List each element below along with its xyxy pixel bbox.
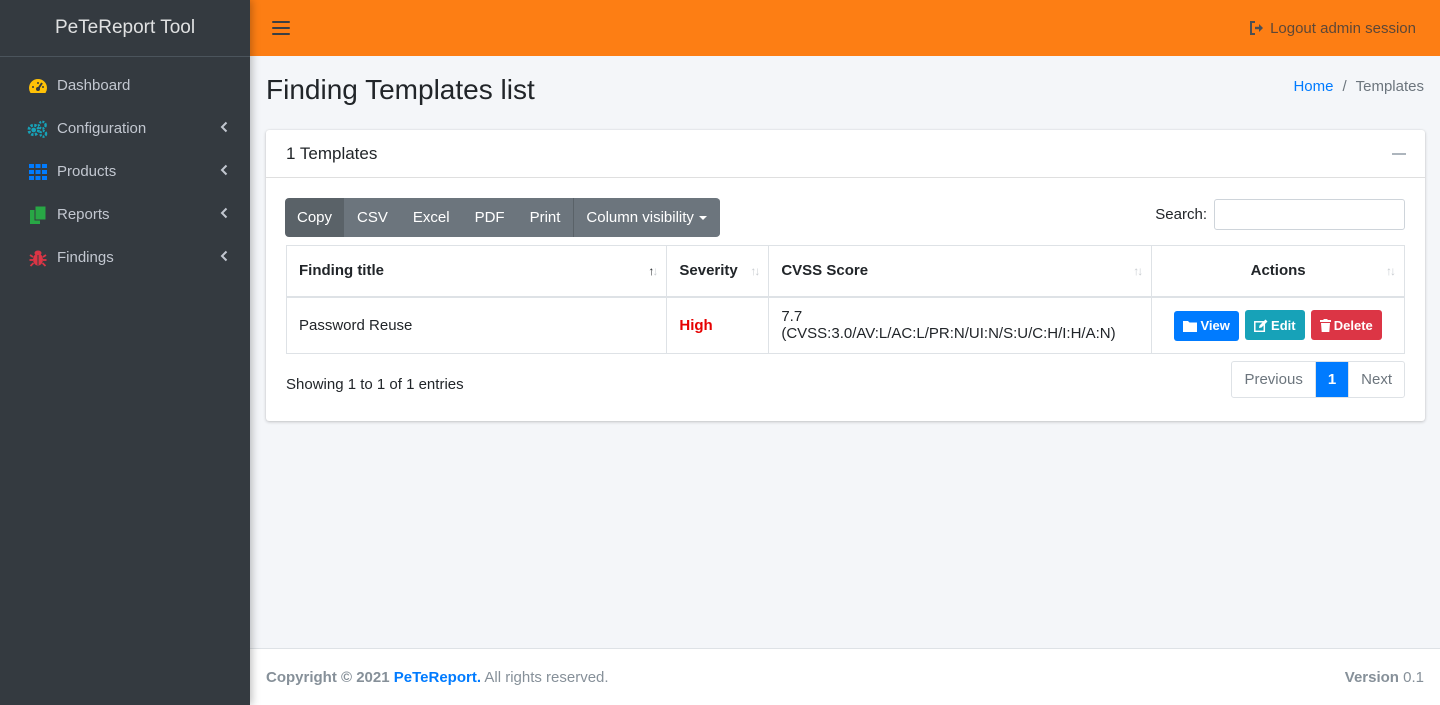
table-info: Showing 1 to 1 of 1 entries (286, 376, 464, 393)
card-title: 1 Templates (286, 143, 378, 163)
rights-text: All rights reserved. (484, 668, 609, 686)
menu-toggle-icon[interactable] (272, 21, 290, 35)
print-button[interactable]: Print (517, 198, 574, 237)
column-header-label: Actions (1250, 262, 1306, 280)
sidebar-nav: Dashboard Configuration Products Reports… (0, 57, 250, 279)
tachometer-icon (27, 77, 48, 95)
table-row: Password Reuse High 7.7 (CVSS:3.0/AV:L/A… (285, 296, 1405, 354)
column-visibility-label: Column visibility (586, 209, 694, 226)
pagination-page-1[interactable]: 1 (1315, 362, 1349, 397)
sidebar: PeTeReport Tool Dashboard Configuration … (0, 0, 250, 705)
edit-button-label: Edit (1271, 317, 1296, 333)
sign-out-icon (1250, 21, 1264, 35)
version-label: Version (1344, 668, 1399, 686)
column-header-label: CVSS Score (781, 262, 869, 280)
view-button-label: View (1200, 318, 1230, 333)
folder-icon (1183, 320, 1198, 332)
pdf-button[interactable]: PDF (462, 198, 518, 237)
sort-icon: ↑↓ (750, 264, 760, 278)
excel-button[interactable]: Excel (400, 198, 463, 237)
th-icon (27, 163, 48, 181)
copy-icon (27, 205, 48, 224)
delete-button-label: Delete (1333, 317, 1373, 333)
column-header-label: Finding title (299, 262, 384, 280)
cvss-score-cell: 7.7 (CVSS:3.0/AV:L/AC:L/PR:N/UI:N/S:U/C:… (768, 296, 1153, 354)
logout-link[interactable]: Logout admin session (1249, 20, 1416, 37)
actions-cell: View Edit Delete (1151, 296, 1405, 354)
delete-button[interactable]: Delete (1310, 310, 1382, 340)
caret-down-icon (698, 215, 707, 220)
copyright-text: Copyright © 2021 (266, 668, 390, 686)
breadcrumb: Home / Templates (1293, 78, 1424, 95)
search-input[interactable] (1214, 199, 1405, 230)
finding-title-cell: Password Reuse (285, 296, 668, 354)
templates-table: Finding title ↑↓ Severity ↑↓ CVSS Score … (285, 245, 1405, 354)
bug-icon (27, 249, 48, 267)
top-navbar: Logout admin session (250, 0, 1440, 56)
sort-icon: ↑↓ (1386, 264, 1396, 278)
view-button[interactable]: View (1174, 310, 1239, 341)
footer-brand-link[interactable]: PeTeReport. (394, 669, 481, 686)
main-content: Finding Templates list Home / Templates … (250, 56, 1440, 648)
sort-asc-icon: ↑↓ (648, 264, 658, 278)
csv-button[interactable]: CSV (345, 198, 401, 237)
chevron-left-icon (220, 164, 228, 179)
search-box: Search: (1155, 199, 1405, 230)
sidebar-item-products[interactable]: Products (0, 150, 250, 193)
severity-cell: High (666, 296, 770, 354)
chevron-left-icon (220, 250, 228, 265)
brand-title[interactable]: PeTeReport Tool (0, 0, 250, 57)
sidebar-item-label: Findings (57, 249, 114, 266)
column-visibility-button[interactable]: Column visibility (573, 198, 720, 237)
edit-button[interactable]: Edit (1245, 310, 1305, 340)
column-header-cvss-score[interactable]: CVSS Score ↑↓ (768, 245, 1153, 298)
chevron-left-icon (220, 121, 228, 136)
pagination-previous[interactable]: Previous (1232, 362, 1316, 397)
breadcrumb-current: Templates (1355, 78, 1424, 95)
sidebar-item-label: Products (57, 163, 117, 180)
page-title: Finding Templates list (266, 74, 535, 105)
pagination: Previous 1 Next (1231, 361, 1405, 398)
export-button-group: Copy CSV Excel PDF Print Column visibili… (285, 198, 720, 237)
version-number: 0.1 (1403, 668, 1424, 686)
footer-version: Version 0.1 (1345, 669, 1424, 686)
column-header-label: Severity (679, 262, 738, 280)
sidebar-item-label: Configuration (57, 120, 147, 137)
sidebar-item-dashboard[interactable]: Dashboard (0, 64, 250, 107)
breadcrumb-separator: / (1342, 78, 1347, 95)
sidebar-item-reports[interactable]: Reports (0, 193, 250, 236)
footer-copyright: Copyright © 2021 PeTeReport. All rights … (266, 669, 609, 686)
cogs-icon (27, 120, 48, 138)
search-label: Search: (1155, 206, 1207, 223)
sidebar-item-label: Reports (57, 206, 110, 223)
card-header: 1 Templates (266, 130, 1425, 178)
breadcrumb-home-link[interactable]: Home (1293, 78, 1333, 95)
sidebar-item-findings[interactable]: Findings (0, 236, 250, 279)
chevron-left-icon (220, 207, 228, 222)
sidebar-item-label: Dashboard (57, 77, 131, 94)
column-header-actions[interactable]: Actions ↑↓ (1151, 245, 1405, 298)
footer: Copyright © 2021 PeTeReport. All rights … (250, 648, 1440, 705)
trash-icon (1319, 318, 1331, 332)
logout-label: Logout admin session (1270, 19, 1416, 37)
templates-card: 1 Templates Copy CSV Excel PDF Print Col… (266, 130, 1425, 421)
pagination-next[interactable]: Next (1348, 362, 1404, 397)
column-header-finding-title[interactable]: Finding title ↑↓ (285, 245, 668, 298)
copy-button[interactable]: Copy (285, 198, 346, 237)
sort-icon: ↑↓ (1133, 264, 1143, 278)
table-header-row: Finding title ↑↓ Severity ↑↓ CVSS Score … (285, 245, 1405, 298)
column-header-severity[interactable]: Severity ↑↓ (666, 245, 770, 298)
sidebar-item-configuration[interactable]: Configuration (0, 107, 250, 150)
edit-icon (1254, 319, 1268, 332)
collapse-minus-icon[interactable] (1392, 152, 1406, 155)
